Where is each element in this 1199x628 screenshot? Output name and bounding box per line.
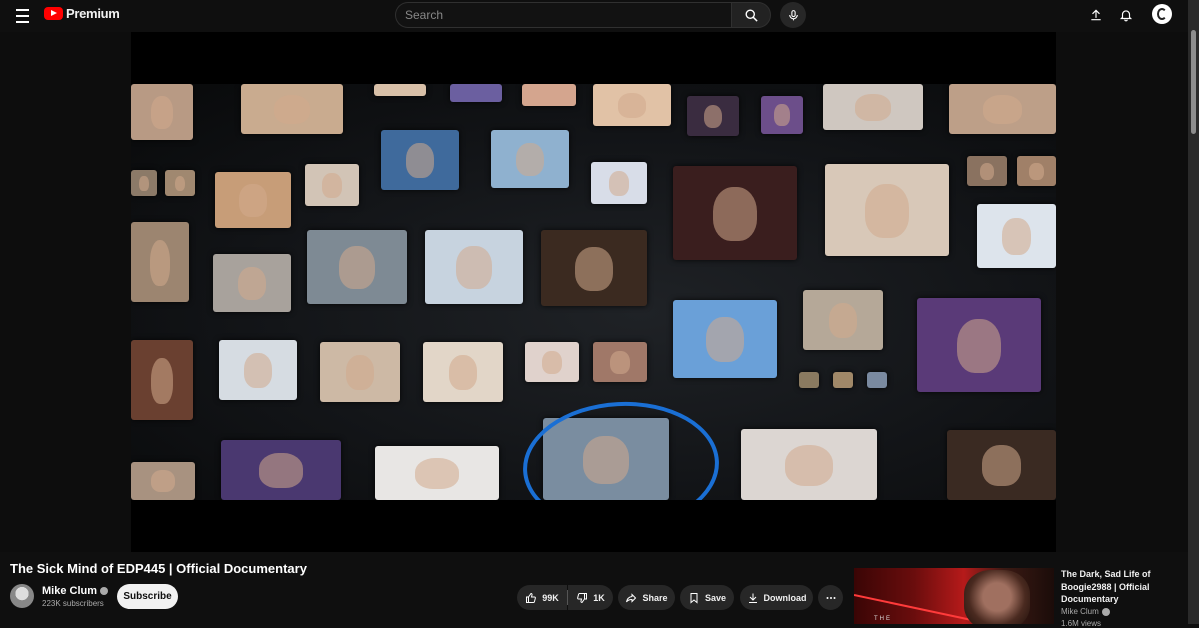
- share-button[interactable]: Share: [618, 585, 675, 610]
- search-input[interactable]: [396, 3, 715, 27]
- monitor-screen: [131, 84, 193, 140]
- monitor-screen: [131, 170, 157, 196]
- video-info: The Sick Mind of EDP445 | Official Docum…: [0, 552, 1188, 628]
- search-button[interactable]: [731, 2, 771, 28]
- menu-icon[interactable]: [12, 4, 36, 28]
- monitor-screen: [522, 84, 576, 106]
- save-label: Save: [704, 592, 727, 603]
- verified-icon: [1101, 607, 1110, 616]
- monitor-screen: [491, 130, 569, 188]
- account-avatar[interactable]: [1152, 4, 1172, 24]
- download-button[interactable]: Download: [740, 585, 813, 610]
- upload-button[interactable]: [1085, 4, 1107, 26]
- download-icon: [748, 593, 757, 603]
- download-label: Download: [763, 592, 807, 603]
- recommended-channel-name[interactable]: Mike Clum: [1061, 607, 1099, 616]
- monitor-screen: [375, 446, 499, 500]
- monitor-screen: [320, 342, 400, 402]
- upload-icon: [1091, 9, 1101, 21]
- monitor-screen: [307, 230, 407, 304]
- search-icon: [745, 9, 758, 22]
- monitor-screen: [423, 342, 503, 402]
- monitor-screen: [867, 372, 887, 388]
- monitor-screen: [823, 84, 923, 130]
- video-player[interactable]: [0, 32, 1188, 552]
- monitor-screen: [833, 372, 853, 388]
- monitor-screen: [131, 462, 195, 500]
- more-actions-button[interactable]: [818, 585, 843, 610]
- share-label: Share: [642, 592, 668, 603]
- mic-icon: [788, 9, 798, 20]
- monitor-screen: [541, 230, 647, 306]
- monitor-screen: [591, 162, 647, 204]
- masthead: Premium: [0, 0, 1188, 32]
- youtube-play-icon: [44, 7, 63, 20]
- monitor-screen: [673, 166, 797, 260]
- monitor-screen: [213, 254, 291, 312]
- monitor-screen: [947, 430, 1056, 500]
- monitor-screen: [593, 84, 671, 126]
- monitor-screen: [967, 156, 1007, 186]
- logo-text: Premium: [66, 6, 120, 21]
- search-box: [395, 2, 732, 28]
- recommended-video-thumbnail[interactable]: THE: [854, 568, 1054, 624]
- subscribe-button[interactable]: Subscribe: [117, 584, 178, 609]
- subscriber-count: 223K subscribers: [42, 599, 104, 608]
- monitor-screen: [305, 164, 359, 206]
- dislike-count: 1K: [593, 592, 605, 603]
- save-button[interactable]: Save: [680, 585, 734, 610]
- dislike-button[interactable]: 1K: [568, 585, 613, 610]
- blue-highlight-circle: [519, 396, 723, 500]
- notifications-button[interactable]: [1115, 4, 1137, 26]
- monitor-screen: [1017, 156, 1056, 186]
- share-icon: [626, 592, 637, 603]
- voice-search-button[interactable]: [780, 2, 806, 28]
- monitor-screen: [165, 170, 195, 196]
- dislike-icon: [577, 592, 588, 603]
- monitor-screen: [593, 342, 647, 382]
- like-count: 99K: [542, 592, 559, 603]
- page-scrollbar[interactable]: [1188, 0, 1199, 624]
- monitor-screen: [525, 342, 579, 382]
- video-still-monitor-wall: [131, 84, 1056, 500]
- monitor-screen: [799, 372, 819, 388]
- video-frame[interactable]: [131, 32, 1056, 552]
- monitor-screen: [131, 340, 193, 420]
- monitor-screen: [221, 440, 341, 500]
- bell-icon: [1119, 10, 1133, 22]
- monitor-screen: [215, 172, 291, 228]
- thumbnail-text: THE: [874, 616, 892, 622]
- recommended-video-channel[interactable]: Mike Clum: [1061, 607, 1110, 616]
- like-button[interactable]: 99K: [517, 585, 567, 610]
- monitor-screen: [425, 230, 523, 304]
- monitor-screen: [825, 164, 949, 256]
- monitor-screen: [917, 298, 1041, 392]
- channel-name-text[interactable]: Mike Clum: [42, 585, 97, 597]
- monitor-screen: [374, 84, 426, 96]
- youtube-logo[interactable]: Premium: [44, 6, 120, 21]
- scrollbar-thumb[interactable]: [1191, 30, 1196, 134]
- monitor-screen: [687, 96, 739, 136]
- video-title: The Sick Mind of EDP445 | Official Docum…: [10, 561, 307, 576]
- monitor-screen: [131, 222, 189, 302]
- verified-icon: [100, 587, 109, 595]
- monitor-screen: [241, 84, 343, 134]
- channel-name[interactable]: Mike Clum: [42, 585, 109, 597]
- thumbnail-portrait: [964, 570, 1030, 624]
- save-icon: [690, 592, 698, 604]
- monitor-screen: [761, 96, 803, 134]
- monitor-screen: [450, 84, 502, 102]
- monitor-screen: [219, 340, 297, 400]
- monitor-screen: [741, 429, 877, 500]
- channel-avatar[interactable]: [10, 584, 34, 608]
- recommended-video-title[interactable]: The Dark, Sad Life of Boogie2988 | Offic…: [1061, 568, 1181, 606]
- monitor-screen: [977, 204, 1056, 268]
- monitor-screen: [803, 290, 883, 350]
- monitor-screen: [381, 130, 459, 190]
- like-icon: [526, 592, 537, 603]
- more-icon: [826, 596, 835, 599]
- monitor-screen: [673, 300, 777, 378]
- monitor-screen: [949, 84, 1056, 134]
